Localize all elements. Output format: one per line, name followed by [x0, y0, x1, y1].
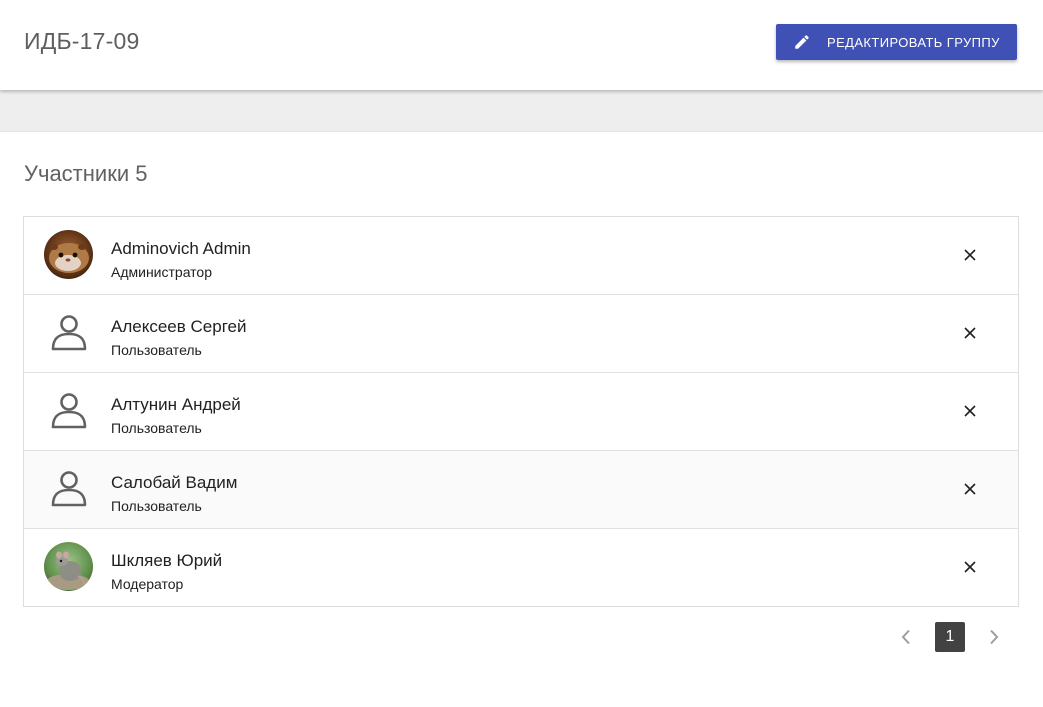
person-icon — [44, 386, 93, 435]
close-icon — [964, 405, 976, 417]
member-name: Adminovich Admin — [111, 239, 251, 258]
member-role: Пользователь — [111, 498, 202, 514]
close-icon — [964, 483, 976, 495]
member-row[interactable]: Алексеев Сергей Пользователь — [24, 295, 1018, 373]
toolbar-band — [0, 90, 1043, 132]
member-name: Алексеев Сергей — [111, 317, 247, 336]
member-role: Пользователь — [111, 342, 202, 358]
member-role: Модератор — [111, 576, 184, 592]
close-icon — [964, 327, 976, 339]
member-row[interactable]: Шкляев Юрий Модератор — [24, 529, 1018, 606]
edit-group-button-label: РЕДАКТИРОВАТЬ ГРУППУ — [827, 34, 1000, 50]
remove-member-button[interactable] — [958, 321, 982, 345]
avatar — [44, 230, 93, 279]
member-role: Администратор — [111, 264, 213, 280]
remove-member-button[interactable] — [958, 399, 982, 423]
pagination-prev-button[interactable] — [896, 627, 916, 647]
member-name: Шкляев Юрий — [111, 551, 223, 570]
member-row[interactable]: Алтунин Андрей Пользователь — [24, 373, 1018, 451]
page-title: ИДБ-17-09 — [24, 28, 140, 54]
avatar — [44, 542, 93, 591]
member-name: Салобай Вадим — [111, 473, 238, 492]
remove-member-button[interactable] — [958, 243, 982, 267]
chevron-left-icon — [901, 629, 910, 645]
close-icon — [964, 249, 976, 261]
person-icon — [44, 464, 93, 513]
chevron-right-icon — [990, 629, 999, 645]
app-header: ИДБ-17-09 РЕДАКТИРОВАТЬ ГРУППУ — [0, 0, 1043, 90]
pagination-page-current[interactable]: 1 — [935, 622, 965, 652]
member-name: Алтунин Андрей — [111, 395, 241, 414]
member-row[interactable]: Салобай Вадим Пользователь — [24, 451, 1018, 529]
pagination-next-button[interactable] — [984, 627, 1004, 647]
remove-member-button[interactable] — [958, 477, 982, 501]
remove-member-button[interactable] — [958, 555, 982, 579]
members-title: Участники 5 — [24, 161, 148, 186]
member-role: Пользователь — [111, 420, 202, 436]
members-list: Adminovich Admin Администратор Алексеев … — [23, 216, 1019, 607]
member-row[interactable]: Adminovich Admin Администратор — [24, 217, 1018, 295]
close-icon — [964, 561, 976, 573]
edit-group-button[interactable]: РЕДАКТИРОВАТЬ ГРУППУ — [776, 24, 1017, 60]
person-icon — [44, 308, 93, 357]
pencil-icon — [793, 33, 811, 51]
